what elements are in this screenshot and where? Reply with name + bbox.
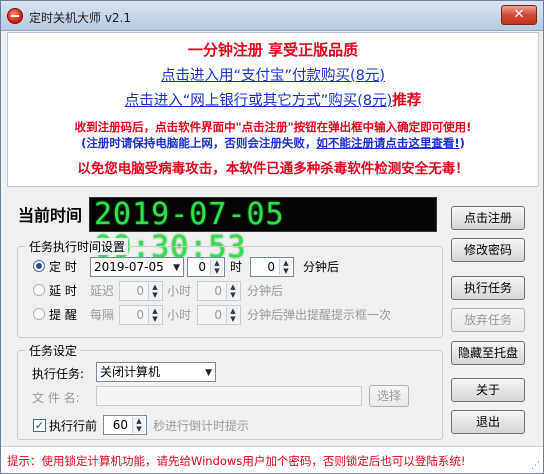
register-note-row: (注册时请保持电脑能上网，否则会注册失败，如不能注册请点击这里查看!) — [8, 135, 538, 151]
filename-label: 文 件 名: — [32, 391, 80, 405]
alipay-purchase-link[interactable]: 点击进入用“支付宝”付款购买(8元) — [161, 68, 385, 84]
delay-radio[interactable] — [33, 284, 45, 296]
task-settings-title: 任务设定 — [26, 342, 81, 359]
remind-hours-stepper[interactable]: 0 ▲ ▼ — [119, 305, 163, 325]
resize-grip-icon[interactable]: ⋰ — [531, 462, 541, 472]
execute-task-label: 执行任务: — [32, 367, 85, 381]
footer-hint: 提示：使用锁定计算机功能，请先给Windows用户加个密码，否则锁定后也可以登陆… — [7, 454, 466, 468]
hour-unit: 时 — [230, 260, 243, 274]
current-time-display: 2019-07-05 09:30:53 — [89, 197, 437, 264]
minute-unit: 分钟后 — [303, 260, 340, 274]
remind-radio[interactable] — [33, 308, 45, 320]
timed-radio[interactable] — [33, 260, 45, 272]
antivirus-notice: 以免您电脑受病毒攻击，本软件已通多种杀毒软件检测安全无毒！ — [77, 161, 469, 177]
recommend-tag: 推荐 — [392, 93, 422, 109]
spin-arrows-icon[interactable]: ▲ ▼ — [226, 307, 239, 323]
minute-value: 0 — [267, 260, 275, 274]
delay-hours-stepper[interactable]: 0 ▲ ▼ — [119, 281, 163, 301]
hour-value: 0 — [198, 260, 206, 274]
remind-minutes-value: 0 — [214, 308, 222, 322]
spin-arrows-icon[interactable]: ▲ ▼ — [210, 259, 223, 275]
date-value: 2019-07-05 — [94, 260, 164, 274]
delay-minutes-value: 0 — [214, 284, 222, 298]
status-bar: 提示：使用锁定计算机功能，请先给Windows用户加个密码，否则锁定后也可以登陆… — [1, 446, 543, 473]
remind-minutes-unit: 分钟后弹出提醒提示框一次 — [247, 308, 392, 322]
execute-task-value: 关闭计算机 — [100, 365, 161, 379]
promo-headline: 一分钟注册 享受正版品质 — [187, 41, 359, 59]
browse-button[interactable]: 选择 — [369, 385, 409, 407]
delay-minutes-stepper[interactable]: 0 ▲ ▼ — [197, 281, 241, 301]
date-picker[interactable]: 2019-07-05 ▼ — [90, 257, 184, 277]
register-button[interactable]: 点击注册 — [451, 206, 525, 230]
main-window: 定时关机大师 v2.1 ✕ 一分钟注册 享受正版品质 点击进入用“支付宝”付款购… — [0, 0, 544, 474]
hour-stepper[interactable]: 0 ▲ ▼ — [187, 257, 225, 277]
exit-button[interactable]: 退出 — [451, 410, 525, 434]
delay-hours-unit: 小时 — [167, 284, 192, 298]
register-instruction: 收到注册码后，点击软件界面中"点击注册"按钮在弹出框中输入确定即可使用! — [74, 120, 472, 134]
delay-label: 延 时 — [49, 284, 77, 298]
delay-prefix: 延迟 — [90, 284, 115, 298]
bank-purchase-link[interactable]: 点击进入“网上银行或其它方式”购买(8元) — [125, 93, 393, 109]
filename-input[interactable] — [96, 386, 362, 406]
countdown-check-label: 执行行前 — [49, 419, 98, 433]
hide-to-tray-button[interactable]: 隐藏至托盘 — [451, 341, 525, 365]
spin-arrows-icon[interactable]: ▲ ▼ — [148, 307, 161, 323]
spin-arrows-icon[interactable]: ▲ ▼ — [279, 259, 292, 275]
delay-hours-value: 0 — [136, 284, 144, 298]
chevron-down-icon: ▼ — [205, 368, 212, 378]
minute-stepper[interactable]: 0 ▲ ▼ — [250, 257, 294, 277]
remind-hours-unit: 小时 — [167, 308, 192, 322]
abandon-task-button[interactable]: 放弃任务 — [451, 308, 525, 332]
register-note-text: (注册时请保持电脑能上网，否则会注册失败， — [81, 136, 317, 150]
spin-arrows-icon[interactable]: ▲ ▼ — [226, 283, 239, 299]
remind-label: 提 醒 — [49, 308, 77, 322]
change-password-button[interactable]: 修改密码 — [451, 238, 525, 262]
app-logo-icon — [7, 8, 23, 24]
countdown-checkbox[interactable]: ✓ — [33, 419, 46, 432]
register-note-end: ) — [459, 136, 465, 150]
delay-minutes-unit: 分钟后 — [247, 284, 284, 298]
title-bar[interactable]: 定时关机大师 v2.1 ✕ — [1, 1, 543, 31]
countdown-seconds-stepper[interactable]: 60 ▲ ▼ — [103, 415, 147, 435]
close-button[interactable]: ✕ — [501, 5, 537, 25]
window-title: 定时关机大师 v2.1 — [29, 11, 132, 25]
countdown-seconds-value: 60 — [112, 418, 128, 432]
spin-arrows-icon[interactable]: ▲ ▼ — [132, 417, 145, 433]
run-task-button[interactable]: 执行任务 — [451, 276, 525, 300]
chevron-down-icon: ▼ — [173, 263, 180, 273]
timed-label: 定 时 — [49, 260, 77, 274]
countdown-suffix: 秒进行倒计时提示 — [153, 419, 250, 433]
about-button[interactable]: 关于 — [451, 378, 525, 402]
remind-minutes-stepper[interactable]: 0 ▲ ▼ — [197, 305, 241, 325]
spin-arrows-icon[interactable]: ▲ ▼ — [148, 283, 161, 299]
promo-panel: 一分钟注册 享受正版品质 点击进入用“支付宝”付款购买(8元) 点击进入“网上银… — [7, 32, 539, 187]
remind-prefix: 每隔 — [90, 308, 115, 322]
remind-hours-value: 0 — [136, 308, 144, 322]
execute-task-select[interactable]: 关闭计算机 ▼ — [96, 362, 216, 382]
current-time-label: 当前时间 — [18, 206, 83, 225]
time-settings-title: 任务执行时间设置 — [26, 238, 129, 255]
promo-bank-row: 点击进入“网上银行或其它方式”购买(8元)推荐 — [8, 89, 538, 110]
promo-alipay-row: 点击进入用“支付宝”付款购买(8元) — [8, 64, 538, 85]
register-help-link[interactable]: 如不能注册请点击这里查看! — [316, 136, 459, 150]
